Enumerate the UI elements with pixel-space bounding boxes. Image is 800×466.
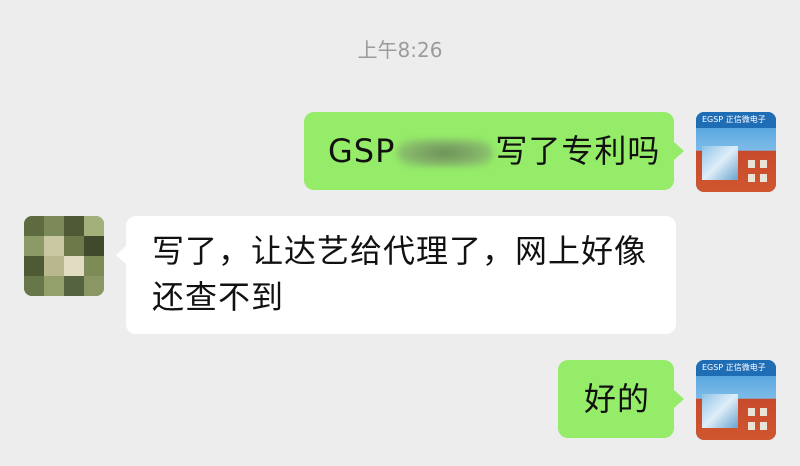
my-avatar[interactable]: EGSP 正信微电子 <box>696 360 776 440</box>
avatar-glass-facade <box>702 146 738 180</box>
bubble-tail <box>674 142 684 160</box>
bubble-tail <box>674 390 684 408</box>
avatar-window <box>748 408 755 416</box>
contact-message-bubble[interactable]: 写了，让达艺给代理了，网上好像 还查不到 <box>126 216 676 334</box>
avatar-glass-facade <box>702 394 738 428</box>
avatar-window <box>760 408 767 416</box>
avatar-window <box>748 160 755 168</box>
message-text-line: 还查不到 <box>152 278 285 316</box>
message-text-suffix: 写了专利吗 <box>495 132 661 170</box>
message-text-line: 写了，让达艺给代理了，网上好像 <box>152 232 648 270</box>
avatar-company-label: EGSP 正信微电子 <box>696 360 776 376</box>
redacted-text <box>397 139 494 167</box>
pixelated-avatar-image <box>24 216 104 296</box>
avatar-company-label: EGSP 正信微电子 <box>696 112 776 128</box>
my-message-bubble[interactable]: 好的 <box>558 360 674 438</box>
avatar-window <box>748 422 755 430</box>
my-avatar[interactable]: EGSP 正信微电子 <box>696 112 776 192</box>
avatar-window <box>760 174 767 182</box>
avatar-window <box>760 422 767 430</box>
message-text-prefix: GSP <box>328 132 396 170</box>
avatar-window <box>748 174 755 182</box>
message-text: 好的 <box>584 380 651 418</box>
avatar-window <box>760 160 767 168</box>
bubble-tail <box>116 246 126 264</box>
message-timestamp: 上午8:26 <box>357 38 443 62</box>
my-message-bubble[interactable]: GSP 写了专利吗 <box>304 112 674 190</box>
contact-avatar[interactable] <box>24 216 104 296</box>
